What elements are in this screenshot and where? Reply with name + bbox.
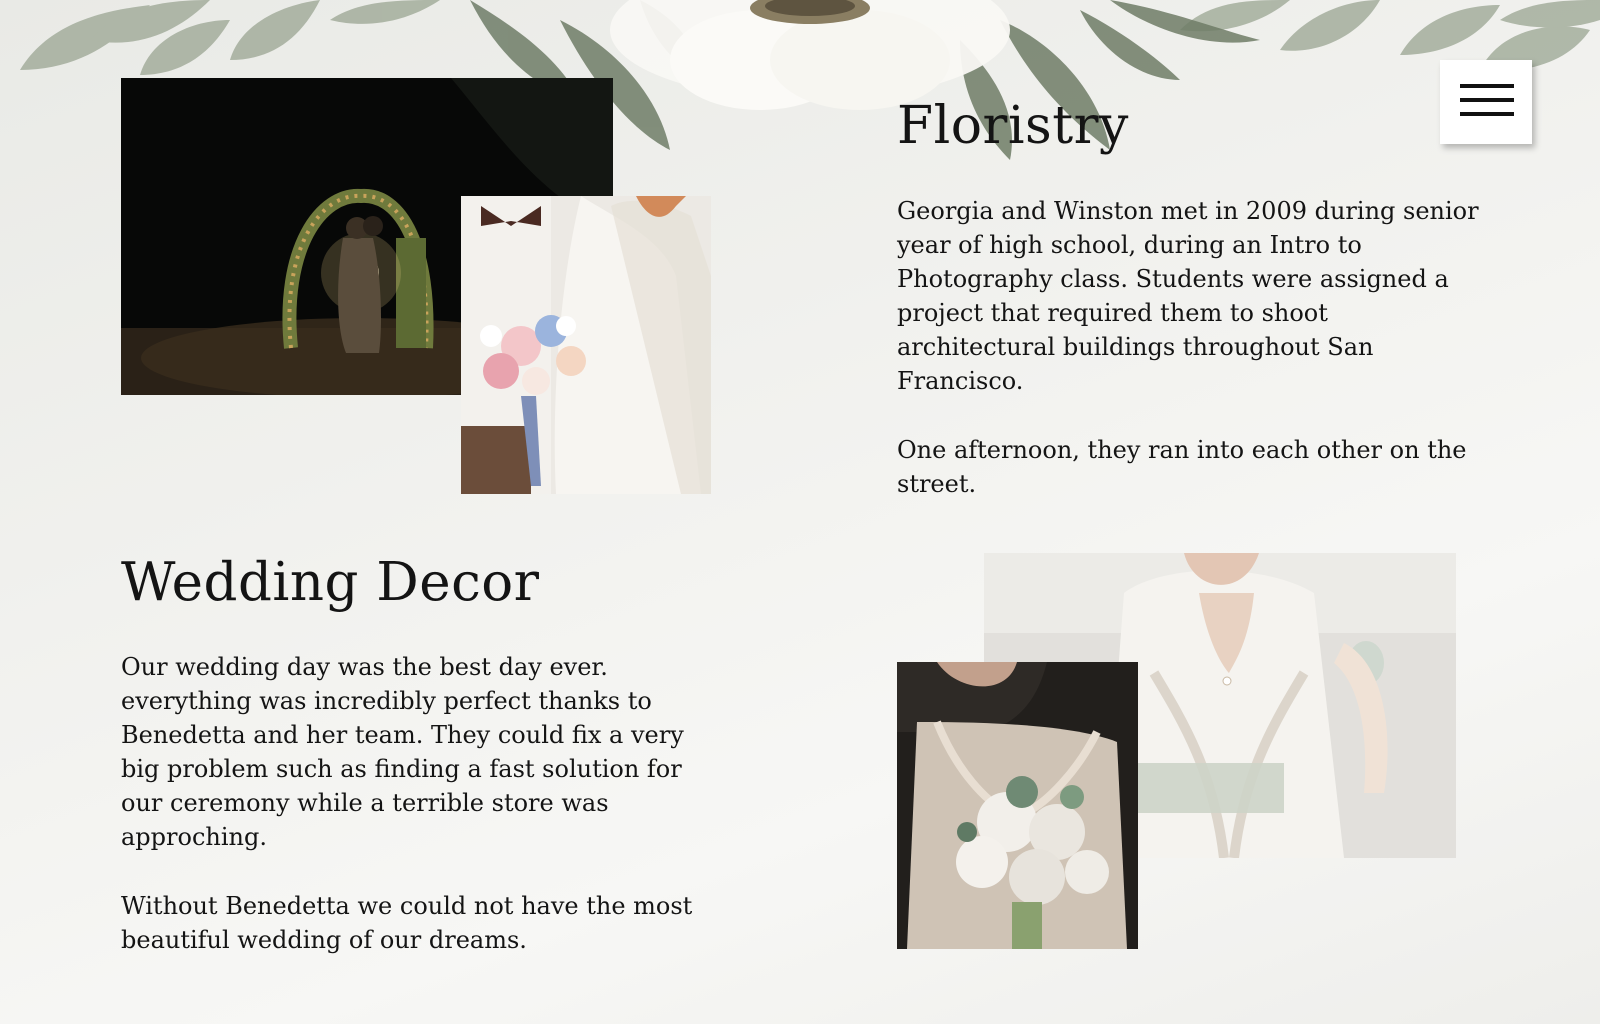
floristry-paragraph-1: Georgia and Winston met in 2009 during s…: [897, 197, 1479, 395]
wedding-decor-paragraph-1: Our wedding day was the best day ever. e…: [121, 653, 684, 851]
bride-bouquet-photo: [461, 196, 711, 494]
wedding-decor-paragraph-2: Without Benedetta we could not have the …: [121, 892, 693, 954]
floristry-paragraph-2: One afternoon, they ran into each other …: [897, 436, 1467, 498]
bride-peony-bouquet-photo: [897, 662, 1138, 949]
floristry-title: Floristry: [897, 96, 1129, 156]
menu-button[interactable]: [1440, 60, 1532, 144]
wedding-decor-title: Wedding Decor: [121, 552, 540, 613]
